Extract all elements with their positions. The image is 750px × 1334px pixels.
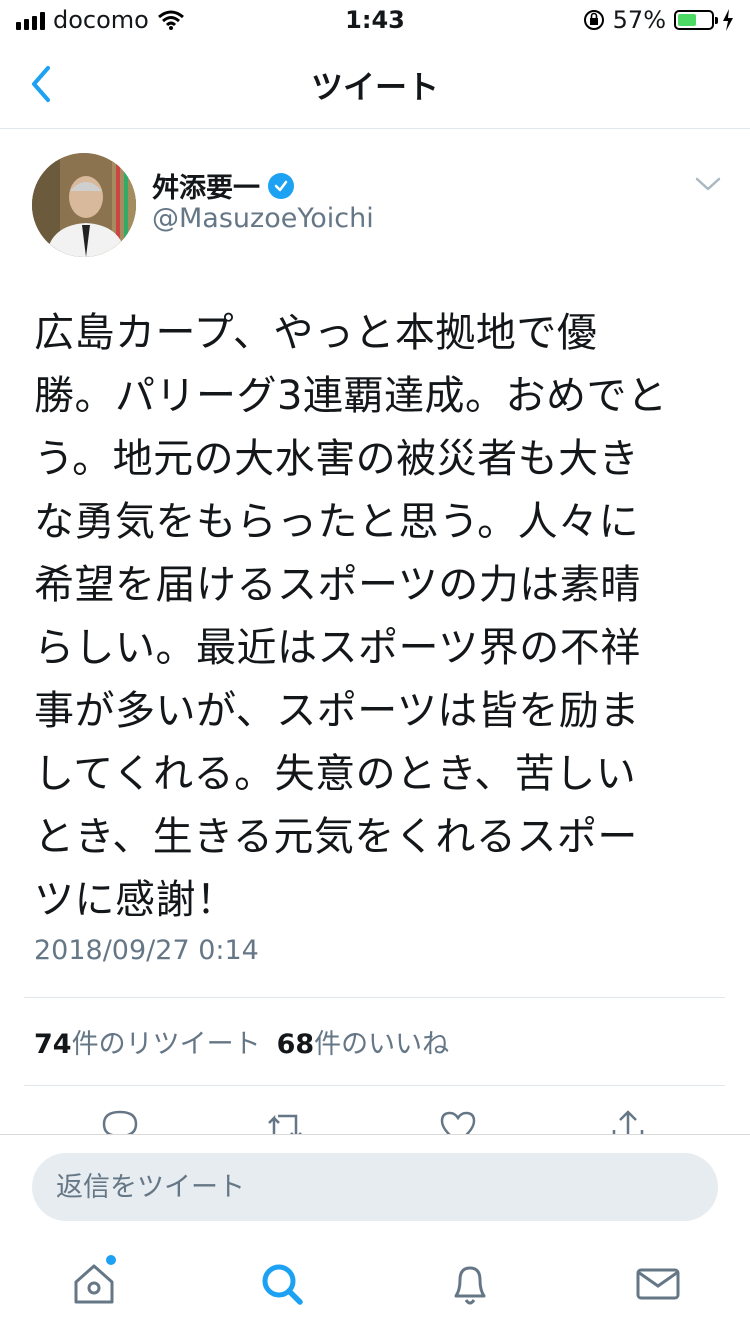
status-bar: docomo 1:43 57% <box>0 0 750 40</box>
notifications-icon[interactable] <box>440 1254 500 1314</box>
share-icon[interactable] <box>608 1108 648 1134</box>
author-name[interactable]: 舛添要一 <box>152 166 260 205</box>
tweet-text-line: 希望を届けるスポーツの力は素晴 <box>34 562 641 608</box>
retweet-count: 74 <box>34 1029 72 1060</box>
retweet-label: 件のリツイート <box>71 1029 261 1060</box>
like-icon[interactable] <box>438 1108 478 1134</box>
author-name-row[interactable]: 舛添要一 <box>152 166 294 205</box>
charging-icon <box>723 9 733 31</box>
tweet-stats: 74件のリツイート 68件のいいね <box>34 1022 449 1061</box>
like-label: 件のいいね <box>314 1029 450 1060</box>
tweet-actions <box>0 1108 750 1134</box>
like-stat[interactable]: 68件のいいね <box>277 1022 450 1061</box>
author-handle[interactable]: @MasuzoeYoichi <box>152 203 374 234</box>
tweet-text-line: してくれる。失意のとき、苦しい <box>34 751 637 797</box>
retweet-stat[interactable]: 74件のリツイート <box>34 1022 261 1061</box>
battery-fill <box>678 14 696 26</box>
avatar-image <box>32 153 136 257</box>
reply-input[interactable] <box>32 1153 718 1221</box>
reply-bar <box>0 1134 750 1235</box>
tweet-text: 広島カープ、やっと本拠地で優 勝。パリーグ3連覇達成。おめでと う。地元の大水害… <box>34 302 724 932</box>
chevron-down-icon[interactable] <box>694 174 722 194</box>
tweet-text-line: う。地元の大水害の被災者も大き <box>34 436 640 482</box>
status-right: 57% <box>583 6 734 34</box>
divider <box>24 997 725 998</box>
search-icon[interactable] <box>252 1254 312 1314</box>
page-title: ツイート <box>310 68 439 106</box>
tweet-text-line: 勝。パリーグ3連覇達成。おめでと <box>34 373 668 419</box>
verified-badge-icon <box>268 172 294 199</box>
tweet-timestamp: 2018/09/27 0:14 <box>34 935 259 966</box>
home-icon[interactable] <box>64 1254 124 1314</box>
tab-bar <box>0 1234 750 1334</box>
tweet-text-line: 広島カープ、やっと本拠地で優 <box>34 310 598 356</box>
nav-bar: ツイート <box>0 40 750 129</box>
tweet-text-line: な勇気をもらったと思う。人々に <box>34 499 640 545</box>
avatar[interactable] <box>32 153 136 257</box>
battery-percent: 57% <box>612 6 666 34</box>
reply-icon[interactable] <box>100 1108 140 1134</box>
like-count: 68 <box>276 1029 315 1060</box>
orientation-lock-icon <box>583 10 604 30</box>
tweet-text-line: ツに感謝！ <box>34 877 237 923</box>
tweet-text-line: とき、生きる元気をくれるスポー <box>34 814 638 860</box>
retweet-icon[interactable] <box>266 1108 306 1134</box>
divider <box>24 1085 725 1086</box>
battery-icon <box>674 10 718 30</box>
messages-icon[interactable] <box>628 1254 688 1314</box>
tweet-text-line: らしい。最近はスポーツ界の不祥 <box>34 625 641 671</box>
tweet-text-line: 事が多いが、スポーツは皆を励ま <box>34 688 640 734</box>
